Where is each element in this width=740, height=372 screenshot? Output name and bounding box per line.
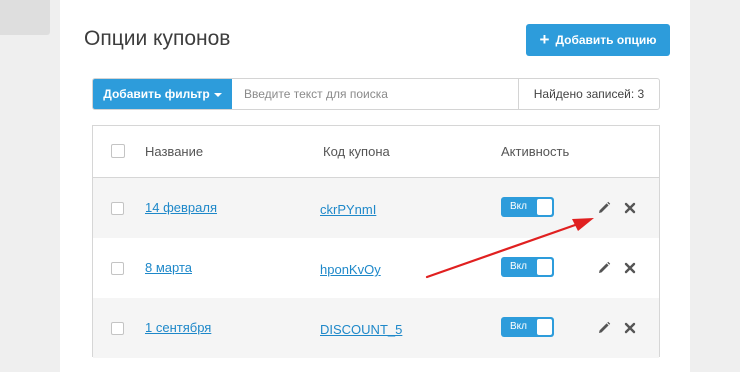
toggle-knob: [537, 199, 552, 215]
pencil-icon[interactable]: [596, 320, 612, 336]
active-toggle[interactable]: Вкл: [501, 317, 554, 337]
close-icon[interactable]: [622, 200, 638, 216]
coupon-name-link[interactable]: 8 марта: [145, 260, 192, 275]
active-toggle[interactable]: Вкл: [501, 197, 554, 217]
coupon-code-link[interactable]: ckrPYnmI: [320, 202, 376, 217]
coupon-code-link[interactable]: DISCOUNT_5: [320, 322, 402, 337]
pencil-icon[interactable]: [596, 200, 612, 216]
toggle-knob: [537, 259, 552, 275]
table-header: Название Код купона Активность: [93, 126, 659, 178]
row-checkbox[interactable]: [111, 322, 124, 335]
sidebar-stub: [0, 0, 50, 35]
column-header-code: Код купона: [323, 144, 390, 159]
coupon-name-link[interactable]: 1 сентября: [145, 320, 211, 335]
toggle-label: Вкл: [510, 201, 527, 212]
add-filter-label: Добавить фильтр: [103, 87, 210, 101]
column-header-name: Название: [145, 144, 204, 159]
active-toggle[interactable]: Вкл: [501, 257, 554, 277]
add-option-label: Добавить опцию: [555, 33, 657, 47]
table-row: 1 сентября DISCOUNT_5 Вкл: [93, 298, 659, 358]
row-checkbox[interactable]: [111, 262, 124, 275]
pencil-icon[interactable]: [596, 260, 612, 276]
select-all-checkbox[interactable]: [111, 144, 125, 158]
caret-down-icon: [213, 92, 222, 97]
toggle-knob: [537, 319, 552, 335]
plus-icon: +: [539, 29, 550, 49]
column-header-active: Активность: [501, 144, 570, 159]
coupon-options-table: Название Код купона Активность 14 феврал…: [92, 125, 660, 358]
toggle-label: Вкл: [510, 261, 527, 272]
filter-bar: Добавить фильтр Найдено записей: 3: [92, 78, 660, 110]
add-option-button[interactable]: + Добавить опцию: [526, 24, 670, 56]
coupon-code-link[interactable]: hponKvOy: [320, 262, 381, 277]
table-row: 14 февраля ckrPYnmI Вкл: [93, 178, 659, 238]
table-row: 8 марта hponKvOy Вкл: [93, 238, 659, 298]
toggle-label: Вкл: [510, 321, 527, 332]
coupon-name-link[interactable]: 14 февраля: [145, 200, 217, 215]
close-icon[interactable]: [622, 320, 638, 336]
search-input[interactable]: [232, 79, 518, 109]
page-title: Опции купонов: [84, 27, 231, 50]
records-found-count: Найдено записей: 3: [518, 79, 659, 109]
row-checkbox[interactable]: [111, 202, 124, 215]
add-filter-button[interactable]: Добавить фильтр: [93, 79, 232, 109]
close-icon[interactable]: [622, 260, 638, 276]
